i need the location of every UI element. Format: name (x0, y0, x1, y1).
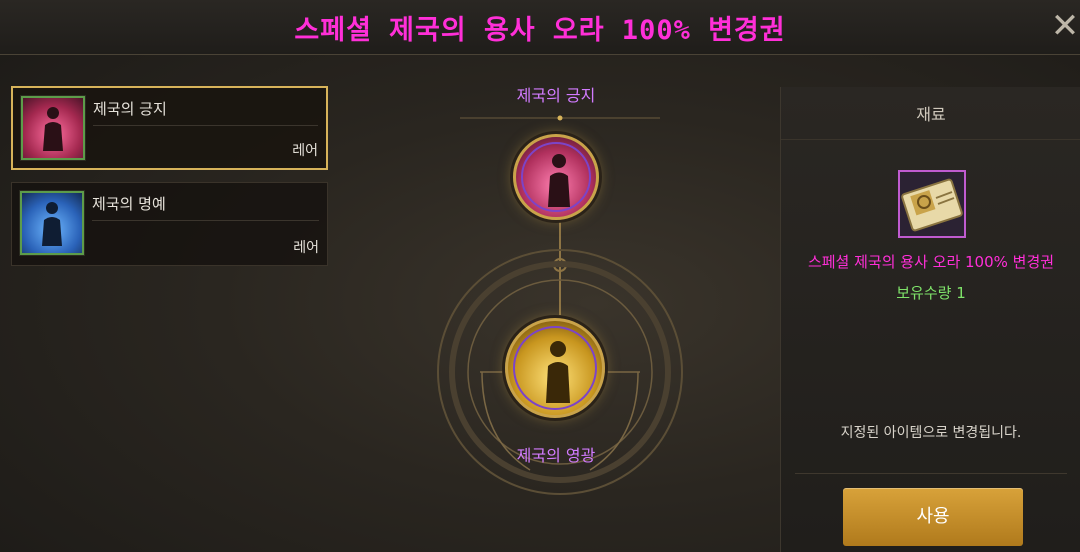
aura-pink-thumbnail (20, 95, 86, 161)
item-card-pride[interactable]: 제국의 긍지 레어 (11, 86, 328, 170)
use-button[interactable]: 사용 (843, 488, 1023, 546)
top-aura-medal[interactable] (513, 134, 599, 220)
item-rarity: 레어 (292, 143, 318, 159)
divider (92, 220, 319, 221)
aura-figure-icon (43, 106, 63, 151)
aura-figure-icon (42, 201, 62, 246)
item-name: 제국의 명예 (92, 195, 166, 213)
description-text: 지정된 아이템으로 변경됩니다. (840, 425, 1022, 441)
page-title: 스페셜 제국의 용사 오라 100% 변경권 (294, 15, 786, 46)
bottom-aura-label: 제국의 영광 (516, 446, 596, 465)
panel-header: 재료 (916, 105, 946, 124)
bottom-aura-medal[interactable] (505, 318, 605, 418)
aura-blue-thumbnail (19, 190, 85, 256)
item-card-honor[interactable]: 제국의 명예 레어 (11, 182, 328, 266)
top-aura-label: 제국의 긍지 (516, 86, 596, 105)
close-icon[interactable]: ✕ (1050, 6, 1080, 46)
aura-figure-icon (546, 341, 570, 403)
item-name: 제국의 긍지 (93, 100, 167, 118)
divider (93, 125, 318, 126)
ticket-icon[interactable] (898, 170, 966, 238)
material-name: 스페셜 제국의 용사 오라 100% 변경권 (807, 253, 1055, 271)
divider (781, 139, 1080, 140)
title-bar: 스페셜 제국의 용사 오라 100% 변경권 ✕ (0, 0, 1080, 55)
material-panel: 재료 스페셜 제국의 용사 오라 100% 변경권 보유수량 1 지정된 아이템… (780, 87, 1080, 552)
divider (795, 473, 1067, 474)
aura-figure-icon (548, 154, 570, 207)
material-count: 보유수량 1 (896, 284, 966, 302)
item-rarity: 레어 (293, 240, 319, 256)
